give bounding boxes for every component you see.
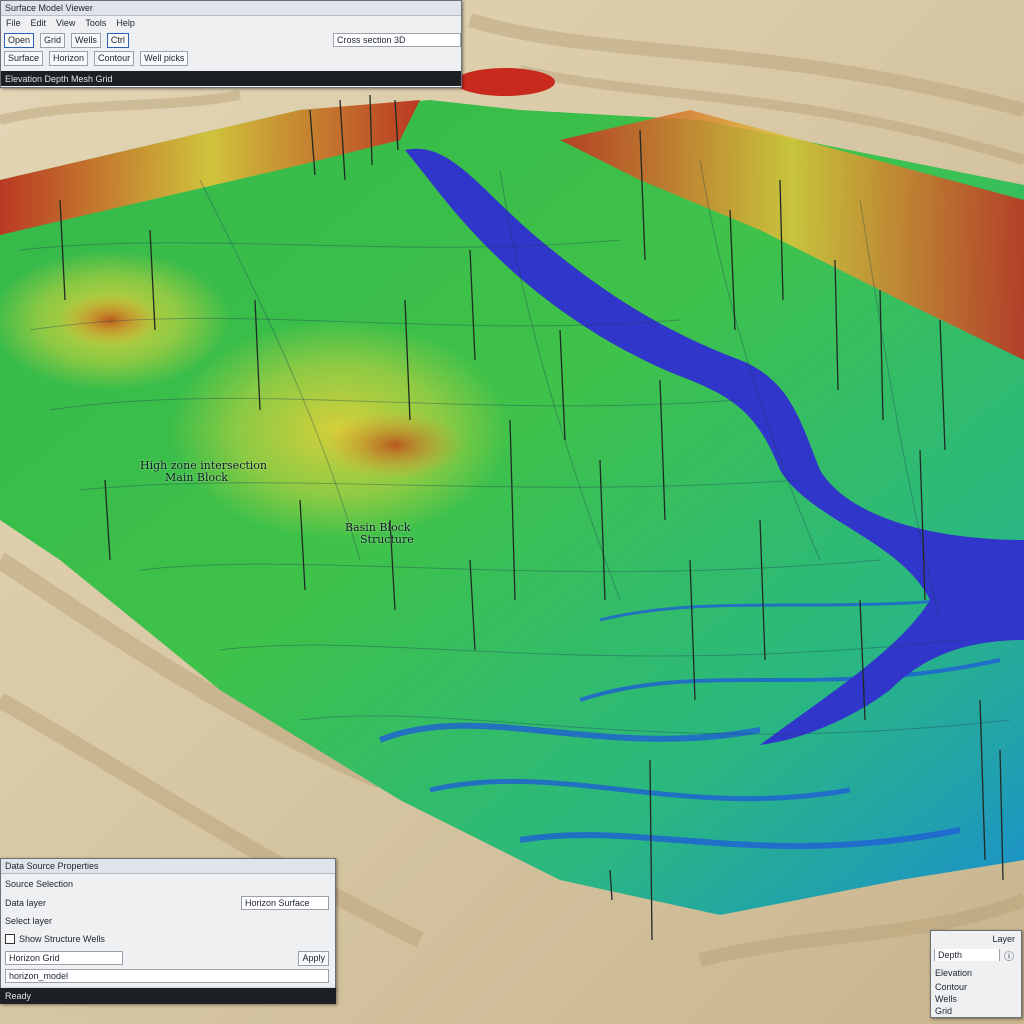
menu-help[interactable]: Help (111, 18, 140, 28)
toggle-wellpicks-button[interactable]: Well picks (140, 50, 189, 66)
toggle-surface-button[interactable]: Surface (4, 50, 44, 66)
mini-elevation[interactable]: Elevation (931, 968, 972, 978)
main-toolbar: Open Grid Wells Ctrl Cross section 3D (1, 32, 461, 48)
window-titlebar: Surface Model Viewer (1, 1, 461, 16)
data-source-panel: Data Source Properties Source Selection … (0, 858, 336, 990)
show-wells-label: Show Structure Wells (19, 934, 105, 944)
annotation-label-2: Basin Block Structure (345, 522, 414, 546)
mini-line-1: Depth ⓘ (931, 949, 1021, 961)
toolbar-section-field[interactable]: Cross section 3D (333, 33, 461, 47)
red-outcrop (455, 68, 555, 96)
mini-contour[interactable]: Contour (931, 982, 967, 992)
info-icon[interactable]: ⓘ (1004, 949, 1014, 962)
secondary-toolbar: Surface Horizon Contour Well picks (1, 50, 461, 66)
layer-field-value[interactable]: Horizon Surface (241, 896, 329, 910)
menu-bar: File Edit View Tools Help (1, 16, 461, 30)
panel-title: Data Source Properties (5, 861, 99, 871)
show-wells-checkbox[interactable] (5, 934, 15, 944)
toolbar-open-button[interactable]: Open (4, 32, 35, 48)
layer-field-label: Data layer (5, 898, 47, 908)
layer-list-row: Select layer (1, 914, 335, 928)
menu-view[interactable]: View (51, 18, 80, 28)
mini-depth-field[interactable]: Depth (934, 949, 1000, 961)
toolbar-wells-button[interactable]: Wells (71, 32, 101, 48)
annotation-label-1: High zone intersection Main Block (140, 460, 267, 484)
mini-line-3: Contour (931, 981, 1021, 993)
toggle-contour-button[interactable]: Contour (94, 50, 135, 66)
mini-grid[interactable]: Grid (931, 1006, 952, 1016)
menu-tools[interactable]: Tools (80, 18, 111, 28)
mini-line-5: Grid (931, 1005, 1021, 1017)
panel-header-row: Source Selection (1, 877, 335, 891)
window-title: Surface Model Viewer (5, 3, 93, 13)
layer-field-row: Data layer Horizon Surface (1, 895, 335, 911)
orange-peak-center (325, 411, 465, 479)
status-text: Elevation Depth Mesh Grid (5, 73, 113, 84)
grid-combo[interactable]: Horizon Grid (5, 951, 123, 965)
combo-row: Horizon Grid Apply (1, 950, 335, 966)
toolbar-grid-button[interactable]: Grid (40, 32, 66, 48)
mini-wells[interactable]: Wells (931, 994, 957, 1004)
path-field[interactable]: horizon_model (5, 969, 329, 983)
toolbar-ctrl-button[interactable]: Ctrl (106, 32, 129, 48)
orange-peak-left (60, 294, 160, 346)
panel-header: Source Selection (5, 879, 74, 889)
panel-footer-text: Ready (5, 991, 32, 1001)
layer-mini-panel: Layer Depth ⓘ Elevation Contour Wells Gr… (930, 930, 1022, 1018)
menu-edit[interactable]: Edit (26, 18, 52, 28)
annotation-1-sub: Main Block (165, 471, 228, 484)
layer-list-item[interactable]: Select layer (1, 916, 52, 926)
top-toolbar-window: Surface Model Viewer File Edit View Tool… (0, 0, 462, 88)
mini-line-2: Elevation (931, 967, 1021, 979)
mini-panel-title: Layer (992, 934, 1015, 944)
mini-line-4: Wells (931, 993, 1021, 1005)
annotation-2-sub: Structure (360, 533, 414, 546)
path-row: horizon_model (1, 969, 335, 983)
mini-panel-header: Layer (931, 933, 1021, 945)
check-row: Show Structure Wells (1, 931, 335, 947)
panel-titlebar: Data Source Properties (1, 859, 335, 874)
toggle-horizon-button[interactable]: Horizon (49, 50, 89, 66)
panel-footer: Ready (0, 988, 336, 1004)
status-strip: Elevation Depth Mesh Grid (1, 71, 461, 86)
apply-button[interactable]: Apply (298, 950, 329, 966)
menu-file[interactable]: File (1, 18, 26, 28)
